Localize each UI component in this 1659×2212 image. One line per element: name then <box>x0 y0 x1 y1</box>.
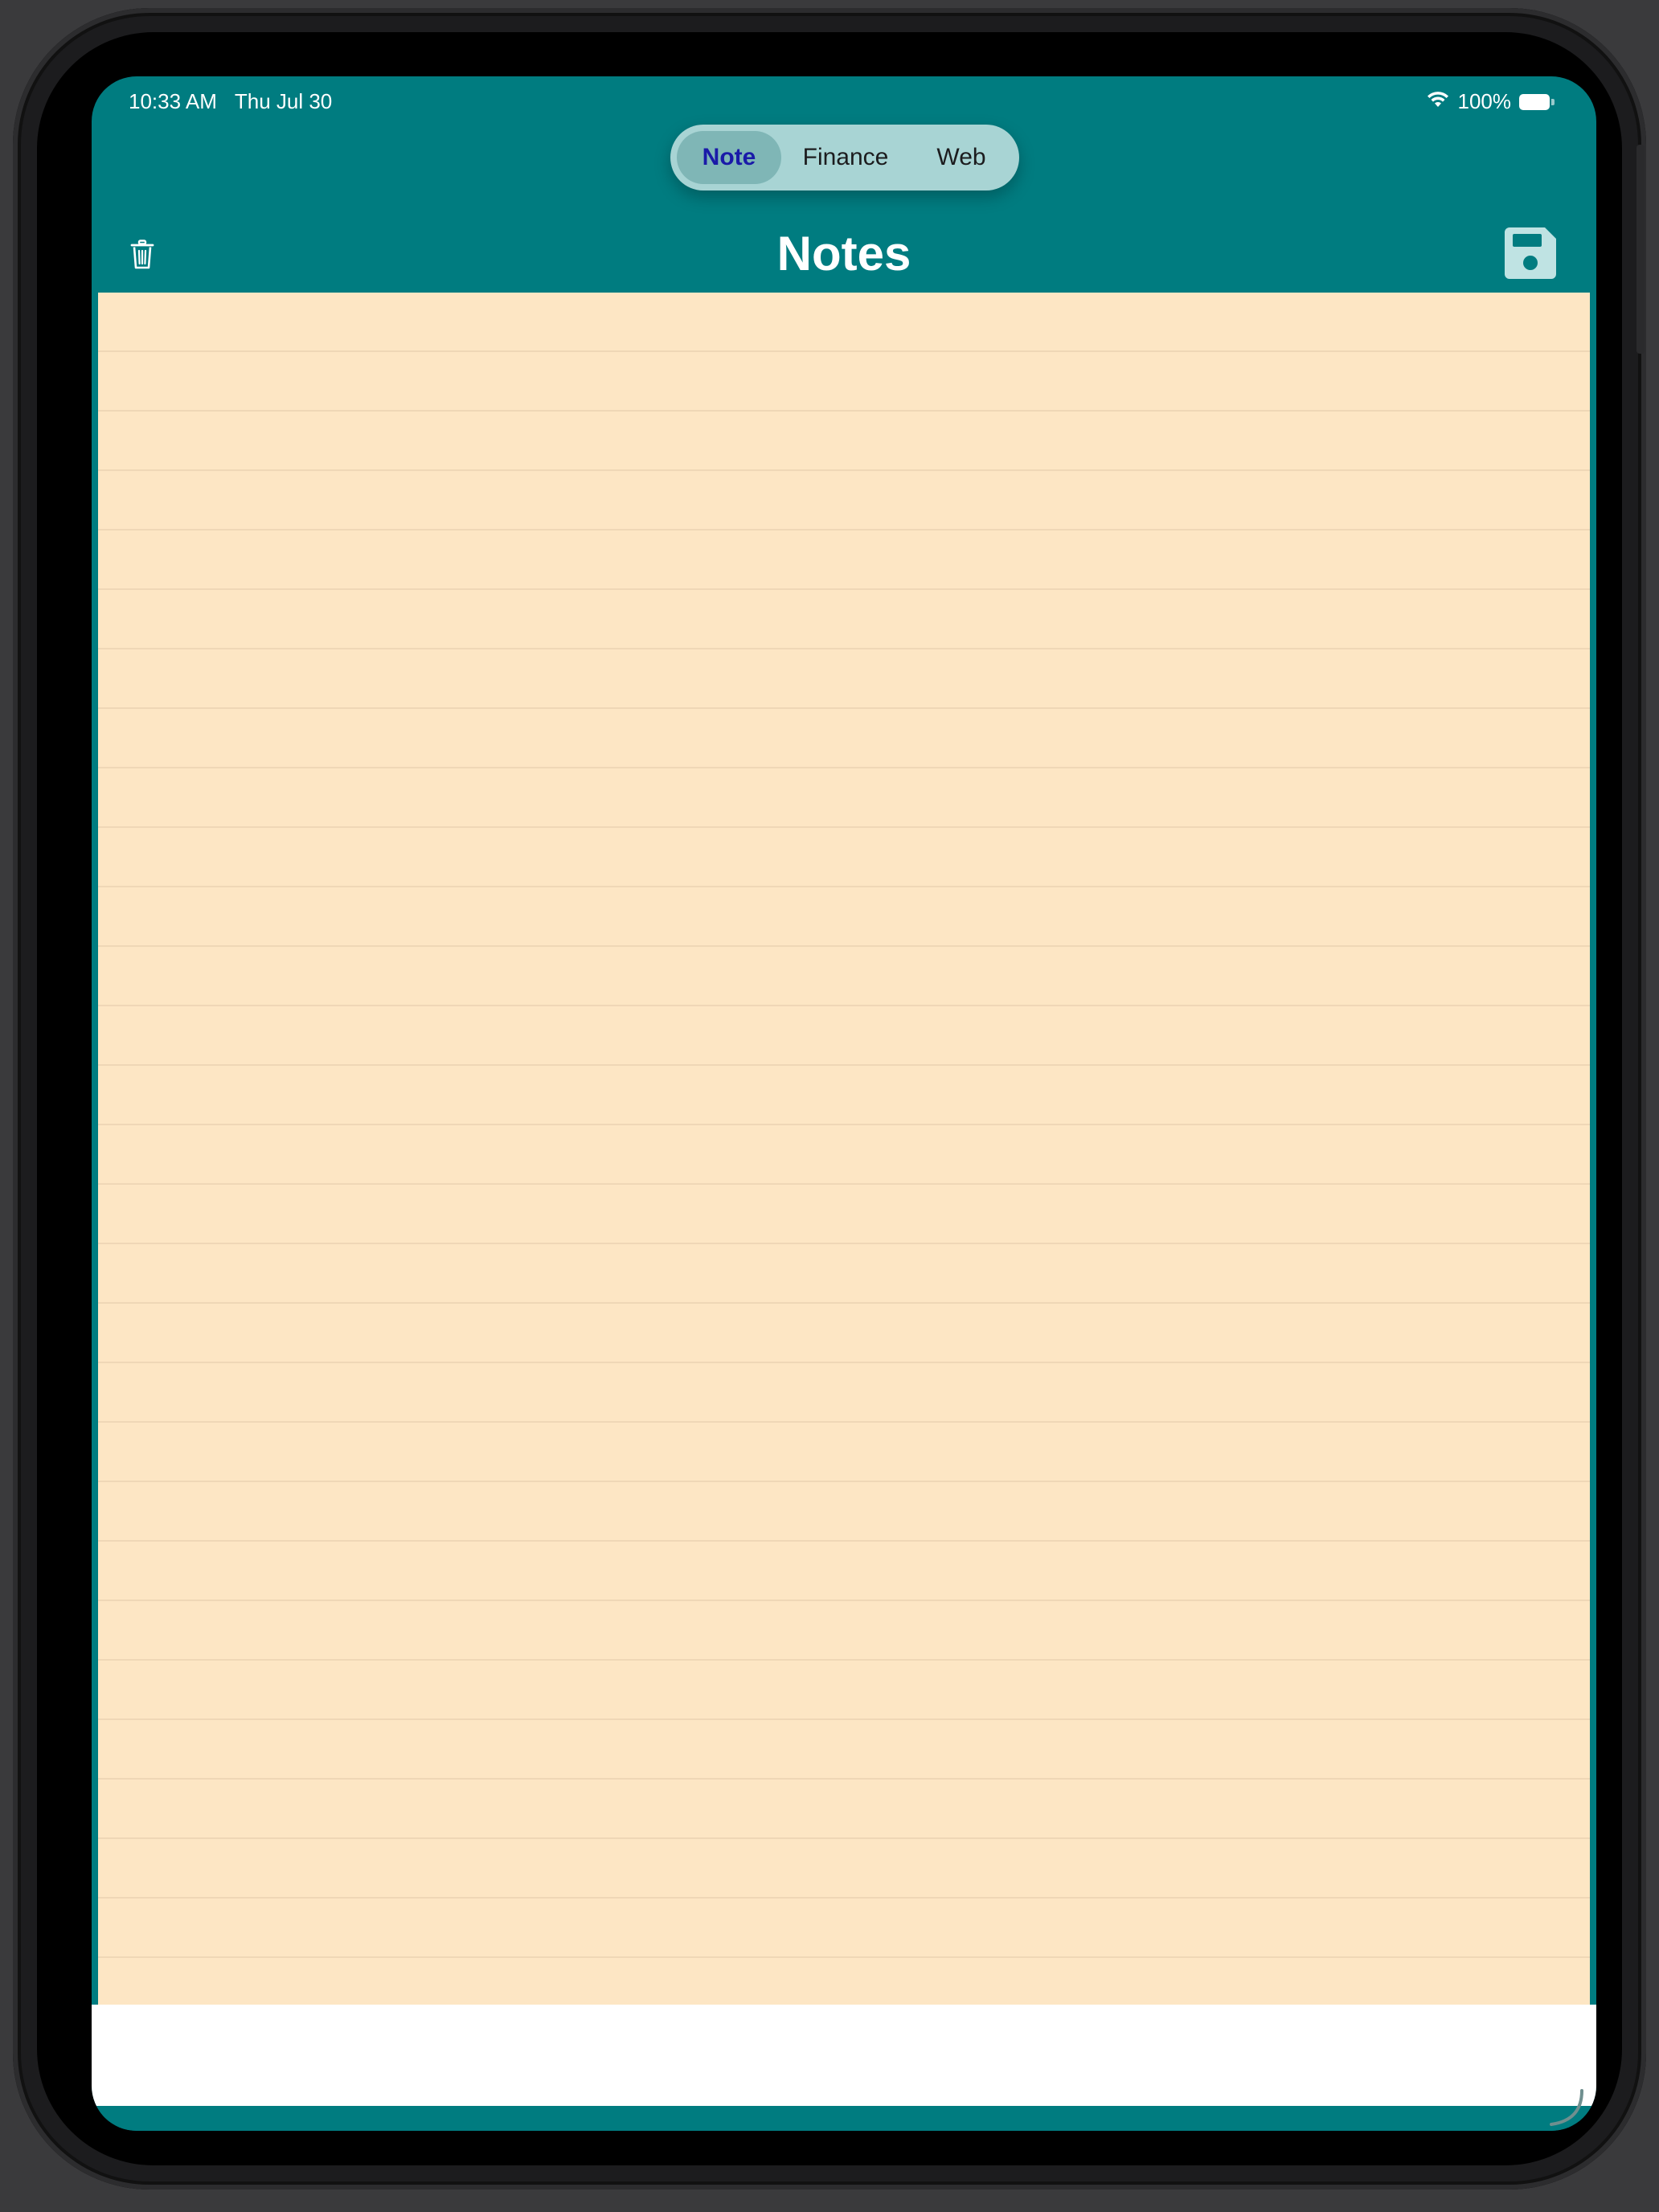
battery-percent: 100% <box>1457 89 1512 113</box>
status-left: 10:33 AM Thu Jul 30 <box>129 89 332 114</box>
status-time: 10:33 AM <box>129 89 217 113</box>
app-screen: 10:33 AM Thu Jul 30 100% Note Finance We… <box>92 76 1596 2131</box>
note-text-input[interactable] <box>98 293 1590 2005</box>
bottom-toolbar-strip <box>92 2106 1596 2131</box>
segment-finance[interactable]: Finance <box>781 131 910 184</box>
save-button[interactable] <box>1498 223 1563 287</box>
resize-handle-icon[interactable] <box>1538 2079 1587 2128</box>
segment-note[interactable]: Note <box>677 131 781 184</box>
bottom-panel <box>92 2005 1596 2106</box>
status-bar: 10:33 AM Thu Jul 30 100% <box>92 76 1596 128</box>
note-editor-area[interactable] <box>98 293 1590 2005</box>
mode-segmented-control: Note Finance Web <box>670 125 1019 190</box>
floppy-disk-save-icon <box>1503 226 1558 285</box>
device-side-button <box>1636 145 1645 354</box>
battery-icon <box>1519 93 1555 110</box>
page-title: Notes <box>776 227 911 281</box>
segment-web[interactable]: Web <box>910 131 1013 184</box>
status-right: 100% <box>1426 89 1555 114</box>
navigation-bar: Notes <box>92 213 1596 293</box>
ipad-device-frame: 10:33 AM Thu Jul 30 100% Note Finance We… <box>13 8 1646 2189</box>
status-date: Thu Jul 30 <box>234 89 333 113</box>
wifi-icon <box>1426 89 1450 114</box>
